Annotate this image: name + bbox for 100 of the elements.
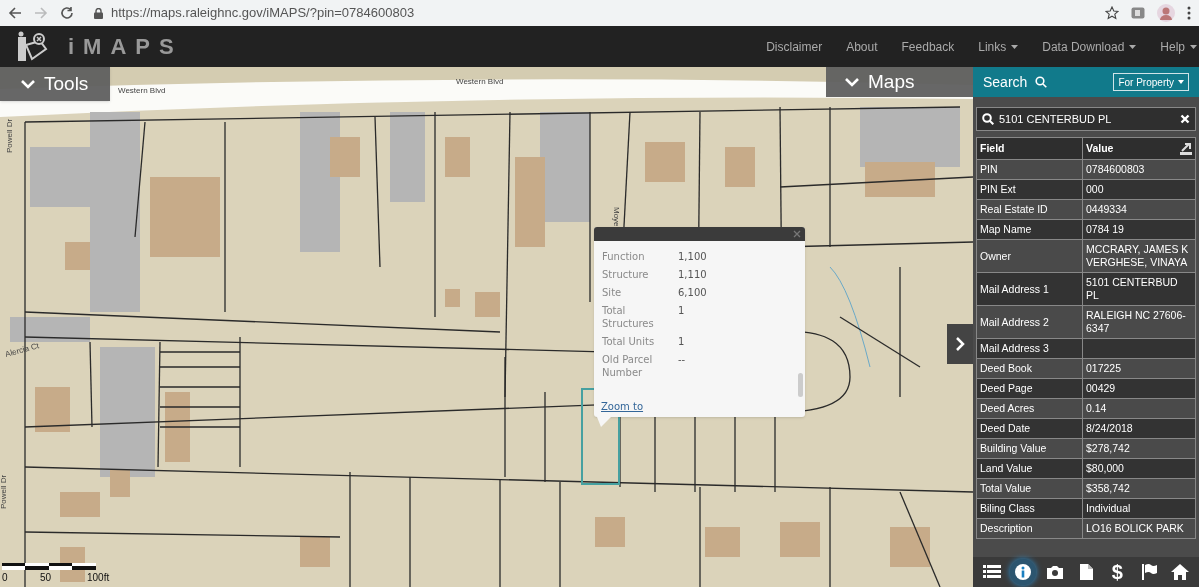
list-icon <box>982 563 1001 581</box>
maps-button[interactable]: Maps <box>826 67 973 97</box>
field-label: Function <box>602 250 646 263</box>
expand-panel-button[interactable] <box>947 324 973 364</box>
map-drawing[interactable] <box>0 67 973 587</box>
table-cell: Owner <box>977 240 1083 272</box>
table-cell: 8/24/2018 <box>1083 419 1196 438</box>
table-cell: Individual <box>1083 499 1196 518</box>
field-value: 1 <box>678 304 685 318</box>
search-field[interactable]: 5101 CENTERBUD PL <box>976 107 1196 131</box>
street-label: Western Blvd <box>456 77 504 86</box>
logo-icon[interactable] <box>16 30 48 63</box>
table-cell: MCCRARY, JAMES K VERGHESE, VINAYA <box>1083 240 1196 272</box>
camera-icon <box>1045 563 1064 581</box>
field-value: 6,100 <box>678 286 707 299</box>
field-label: Total Units <box>602 335 656 348</box>
app-title: iMAPS <box>68 33 183 61</box>
table-cell: Building Value <box>977 439 1083 458</box>
export-icon[interactable] <box>1180 142 1192 155</box>
toolbar-button[interactable] <box>1010 559 1037 585</box>
table-cell: $278,742 <box>1083 439 1196 458</box>
field-label: Total Structures <box>602 304 655 330</box>
table-cell: Description <box>977 519 1083 538</box>
table-cell: Real Estate ID <box>977 200 1083 219</box>
table-cell: Land Value <box>977 459 1083 478</box>
search-title: Search <box>983 72 1028 92</box>
search-icon <box>982 113 994 125</box>
table-cell: 0784 19 <box>1083 220 1196 239</box>
table-cell: 0449334 <box>1083 200 1196 219</box>
lock-icon <box>94 7 103 19</box>
url-text: https://maps.raleighnc.gov/iMAPS/?pin=0784600803 <box>111 4 415 23</box>
tools-button[interactable]: Tools <box>0 67 110 101</box>
table-cell: 0784600803 <box>1083 160 1196 179</box>
caret-icon <box>1011 44 1019 49</box>
table-cell: LO16 BOLICK PARK <box>1083 519 1196 538</box>
nav-link[interactable]: Disclaimer <box>766 37 823 56</box>
caret-icon <box>1178 80 1184 84</box>
zoom-to-link[interactable]: Zoom to <box>601 399 644 414</box>
search-mode-dropdown[interactable]: For Property <box>1113 73 1189 91</box>
star-icon[interactable] <box>1105 6 1119 20</box>
caret-icon <box>1190 44 1197 49</box>
scale-label: 100ft <box>87 571 110 585</box>
street-label: Alercia Ct <box>4 341 40 359</box>
nav-link[interactable]: Links <box>978 37 1019 56</box>
street-label: Western Blvd <box>118 86 166 95</box>
table-cell: Mail Address 3 <box>977 339 1083 358</box>
table-cell: PIN Ext <box>977 180 1083 199</box>
field-value: 1 <box>678 335 685 348</box>
street-label: Powell Dr <box>0 474 8 509</box>
table-cell: RALEIGH NC 27606-6347 <box>1083 306 1196 338</box>
flag-icon <box>1139 563 1158 581</box>
scale-label: 0 <box>2 571 8 585</box>
table-cell: Deed Page <box>977 379 1083 398</box>
chevron-icon <box>955 336 965 352</box>
home-icon <box>1171 563 1190 581</box>
nav-link[interactable]: Feedback <box>901 37 955 56</box>
table-cell: $358,742 <box>1083 479 1196 498</box>
table-cell: Map Name <box>977 220 1083 239</box>
nav-link[interactable]: About <box>846 37 878 56</box>
table-cell: 000 <box>1083 180 1196 199</box>
table-cell: 00429 <box>1083 379 1196 398</box>
column-header: Value <box>1083 137 1196 159</box>
scale-label: 50 <box>40 571 52 585</box>
field-label: Site <box>602 286 623 299</box>
chevron-icon <box>20 78 36 90</box>
table-cell: $80,000 <box>1083 459 1196 478</box>
field-value: 1,100 <box>678 250 707 263</box>
field-value: 1,110 <box>678 268 707 281</box>
field-value: -- <box>678 353 686 367</box>
avatar-icon[interactable] <box>1157 4 1175 22</box>
table-cell: 017225 <box>1083 359 1196 378</box>
scale-bar-icon <box>2 563 96 570</box>
search-icon[interactable] <box>1035 76 1048 88</box>
table-cell: Total Value <box>977 479 1083 498</box>
table-cell: 5101 CENTERBUD PL <box>1083 273 1196 305</box>
reload-icon[interactable] <box>60 6 74 20</box>
caret-icon <box>1129 44 1137 49</box>
street-label: Moye <box>612 207 621 227</box>
table-cell: Deed Acres <box>977 399 1083 418</box>
chevron-icon <box>844 76 860 88</box>
field-label: Old Parcel Number <box>602 353 654 379</box>
table-cell: Biling Class <box>977 499 1083 518</box>
info-icon <box>1014 563 1033 581</box>
column-header: Field <box>977 137 1083 159</box>
table-cell: Mail Address 2 <box>977 306 1083 338</box>
street-label: Powell Dr <box>5 118 14 153</box>
table-cell: Deed Book <box>977 359 1083 378</box>
back-icon[interactable] <box>8 6 22 20</box>
toolbar-button[interactable]: $ <box>1104 559 1131 585</box>
menu-icon[interactable] <box>1187 6 1191 20</box>
nav-link[interactable]: Data Download <box>1042 37 1137 56</box>
search-value: 5101 CENTERBUD PL <box>999 111 1112 127</box>
table-cell: PIN <box>977 160 1083 179</box>
field-label: Structure <box>602 268 650 281</box>
table-cell: Deed Date <box>977 419 1083 438</box>
nav-link[interactable]: Help <box>1160 37 1197 56</box>
scrollbar-thumb[interactable] <box>798 373 803 397</box>
table-cell: 0.14 <box>1083 399 1196 418</box>
extension-icon[interactable] <box>1131 7 1145 19</box>
table-cell: Mail Address 1 <box>977 273 1083 305</box>
